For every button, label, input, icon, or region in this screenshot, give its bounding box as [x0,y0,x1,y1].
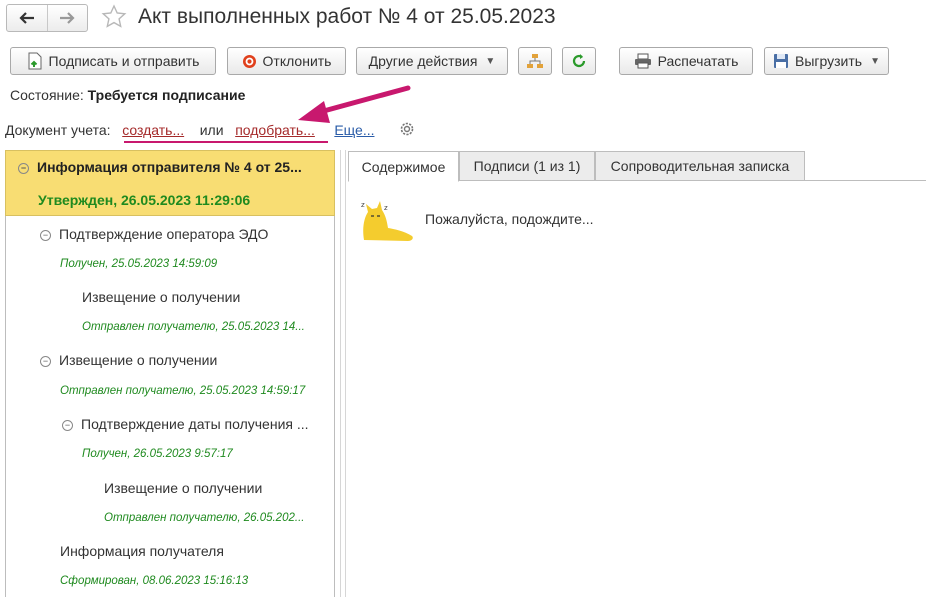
state-value: Требуется подписание [87,87,246,103]
create-link[interactable]: создать... [122,122,184,138]
tree-node-operator-confirmation[interactable]: − Подтверждение оператора ЭДО [40,226,268,242]
document-tree [5,150,335,597]
tree-node-status: Сформирован, 08.06.2023 15:16:13 [60,575,249,587]
tree-node-sender-info[interactable]: − Информация отправителя № 4 от 25... [18,159,302,175]
tree-node-status: Получен, 26.05.2023 9:57:17 [82,448,233,460]
panel-splitter[interactable] [340,150,346,597]
reject-label: Отклонить [262,53,332,69]
printer-icon [634,53,651,69]
tree-node-title: Подтверждение даты получения ... [81,416,309,432]
window-title: Акт выполненных работ № 4 от 25.05.2023 [138,5,556,28]
tree-node-receipt-notice[interactable]: Извещение о получении [104,480,262,496]
print-button[interactable]: Распечатать [619,47,753,75]
tab-cover-note[interactable]: Сопроводительная записка [595,151,805,181]
hierarchy-icon [527,54,543,68]
export-label: Выгрузить [795,53,863,69]
refresh-icon [572,54,586,68]
reject-button[interactable]: Отклонить [227,47,346,75]
arrow-right-icon [60,12,75,24]
sign-send-label: Подписать и отправить [48,53,200,69]
structure-button[interactable] [518,47,552,75]
save-disk-icon [774,54,788,68]
tree-node-status: Отправлен получателю, 25.05.2023 14... [82,321,305,333]
tree-node-status: Получен, 25.05.2023 14:59:09 [60,258,218,270]
tree-node-title: Информация отправителя № 4 от 25... [37,159,302,175]
highlight-underline [124,141,328,143]
favorite-star-icon[interactable] [100,3,128,34]
tab-signatures[interactable]: Подписи (1 из 1) [459,151,595,181]
print-label: Распечатать [657,53,739,69]
refresh-button[interactable] [562,47,596,75]
state-label: Состояние: [10,87,84,103]
collapse-icon[interactable]: − [40,356,51,367]
sign-send-button[interactable]: Подписать и отправить [10,47,216,75]
tree-node-status: Утвержден, 26.05.2023 11:29:06 [38,192,251,208]
tree-node-title: Подтверждение оператора ЭДО [59,226,269,242]
tab-content[interactable]: Содержимое [348,151,459,182]
collapse-icon[interactable]: − [62,420,73,431]
collapse-icon[interactable]: − [18,163,29,174]
document-state: Состояние: Требуется подписание [10,87,245,103]
collapse-icon[interactable]: − [40,230,51,241]
dropdown-caret-icon: ▼ [485,55,496,67]
dropdown-caret-icon: ▼ [870,55,880,67]
waiting-cat-icon: z z [361,201,413,241]
tree-node-receipt-notice[interactable]: Извещение о получении [82,289,240,305]
annotation-arrow-icon [298,85,411,123]
back-button[interactable] [7,5,47,31]
tree-node-recipient-info[interactable]: Информация получателя [60,543,224,559]
or-text: или [199,122,224,138]
tree-node-receipt-notice[interactable]: − Извещение о получении [40,352,217,368]
tree-node-receipt-date-confirmation[interactable]: − Подтверждение даты получения ... [62,416,309,432]
other-actions-label: Другие действия [368,53,478,69]
sign-document-icon [28,52,42,70]
tree-node-title: Извещение о получении [59,352,218,368]
accounting-label: Документ учета: [5,122,111,138]
svg-text:z: z [384,204,388,212]
svg-text:z: z [361,201,365,209]
tree-node-status: Отправлен получателю, 25.05.2023 14:59:1… [60,385,306,397]
history-nav [6,4,88,32]
forward-button[interactable] [46,5,88,31]
tree-node-status: Отправлен получателю, 26.05.202... [104,512,305,524]
reject-icon [242,54,256,68]
other-actions-button[interactable]: Другие действия ▼ [356,47,508,75]
export-button[interactable]: Выгрузить ▼ [764,47,889,75]
arrow-left-icon [19,12,34,24]
loading-message: Пожалуйста, подождите... [425,211,594,227]
